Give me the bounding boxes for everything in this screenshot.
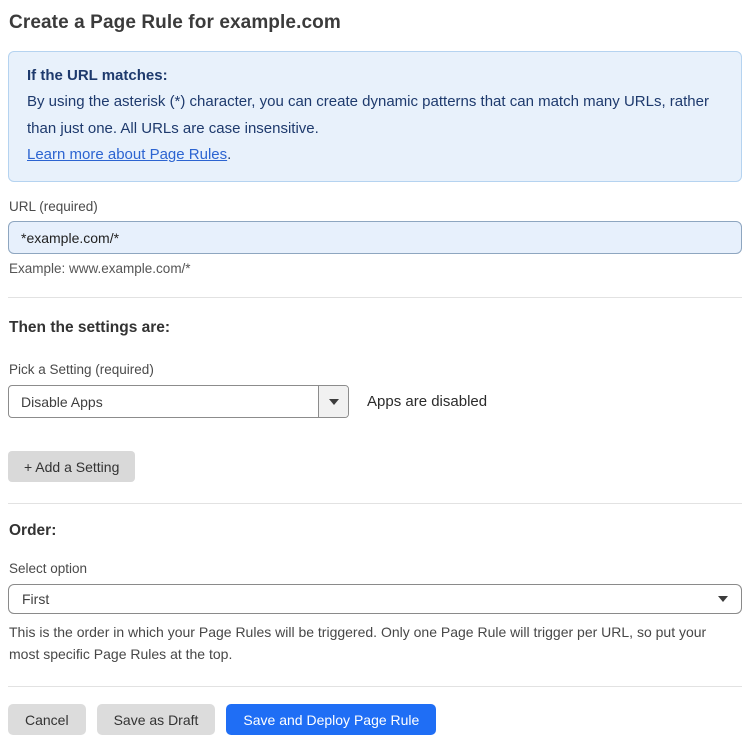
url-field-label: URL (required) — [9, 199, 98, 214]
setting-select-value: Disable Apps — [21, 393, 103, 410]
order-section-heading: Order: — [9, 522, 57, 539]
divider — [8, 297, 742, 298]
setting-picker-label: Pick a Setting (required) — [9, 362, 154, 377]
order-select-value: First — [22, 591, 50, 607]
order-helper-text: This is the order in which your Page Rul… — [9, 624, 707, 662]
setting-select[interactable]: Disable Apps — [8, 385, 349, 418]
page-title: Create a Page Rule for example.com — [9, 12, 341, 33]
info-box-heading: If the URL matches: — [27, 67, 168, 84]
chevron-down-icon — [718, 596, 728, 602]
info-box-body: By using the asterisk (*) character, you… — [27, 93, 709, 137]
order-select-label: Select option — [9, 561, 88, 576]
url-match-info-box: If the URL matches: By using the asteris… — [8, 51, 742, 182]
cancel-button[interactable]: Cancel — [8, 704, 86, 735]
form-actions: Cancel Save as Draft Save and Deploy Pag… — [8, 704, 742, 735]
learn-more-link[interactable]: Learn more about Page Rules — [27, 146, 227, 163]
info-box-link-line: Learn more about Page Rules. — [27, 142, 723, 168]
add-setting-button[interactable]: + Add a Setting — [8, 451, 136, 482]
url-input[interactable] — [8, 221, 742, 254]
setting-select-arrow-button[interactable] — [318, 386, 348, 417]
setting-picker-row: Disable Apps Apps are disabled — [8, 385, 742, 418]
setting-status-text: Apps are disabled — [367, 393, 488, 410]
settings-section-heading: Then the settings are: — [9, 319, 171, 336]
divider — [8, 503, 742, 504]
divider — [8, 686, 742, 688]
order-select[interactable]: First — [8, 584, 742, 614]
save-as-draft-button[interactable]: Save as Draft — [96, 704, 216, 735]
url-example-helper: Example: www.example.com/* — [9, 261, 191, 276]
link-suffix: . — [227, 145, 232, 163]
chevron-down-icon — [328, 398, 339, 405]
save-and-deploy-button[interactable]: Save and Deploy Page Rule — [226, 704, 437, 735]
